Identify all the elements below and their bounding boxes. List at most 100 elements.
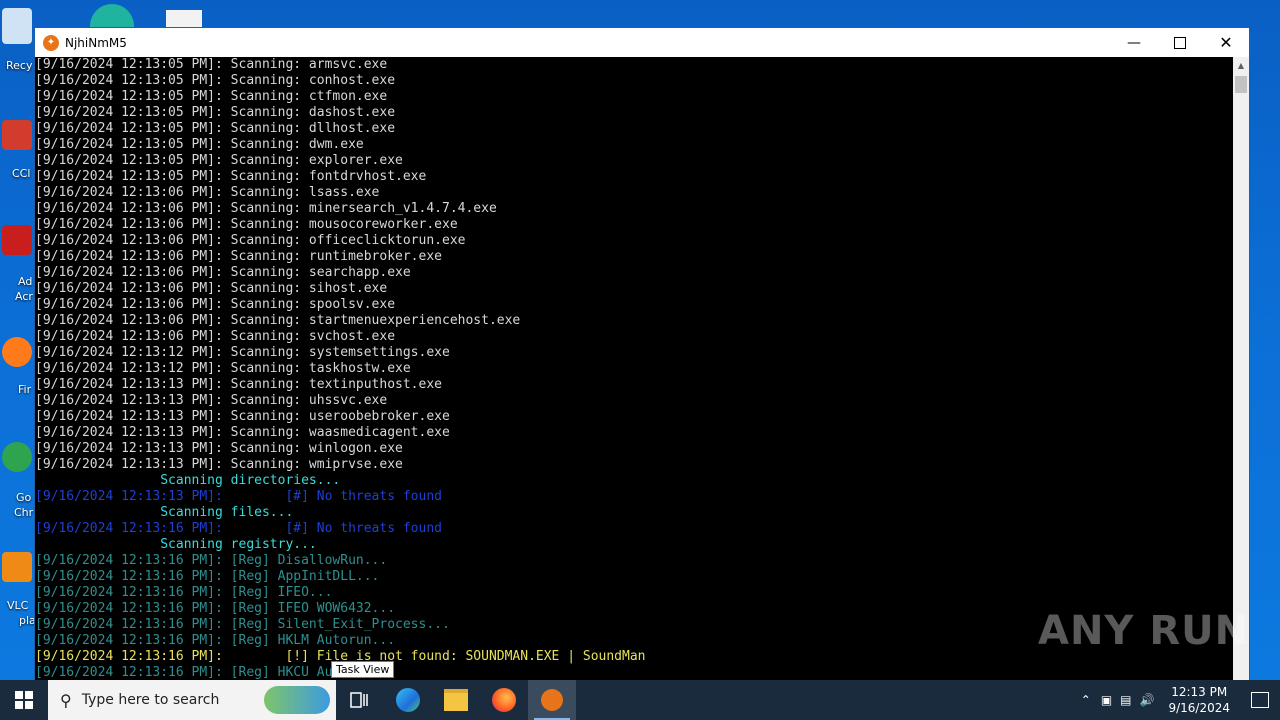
taskbar-file-explorer[interactable] xyxy=(432,680,480,720)
close-icon: ✕ xyxy=(1219,33,1233,52)
desktop-label-adobe: Ad xyxy=(18,275,33,288)
console-line: [9/16/2024 12:13:06 PM]: Scanning: searc… xyxy=(35,265,411,280)
clock-date: 9/16/2024 xyxy=(1168,701,1230,715)
desktop-icon-doc-top[interactable] xyxy=(166,10,202,28)
taskbar-edge[interactable] xyxy=(384,680,432,720)
network-icon[interactable]: ▤ xyxy=(1120,693,1131,707)
desktop-icon-recycle-bin[interactable] xyxy=(0,8,34,46)
search-highlight-icon xyxy=(264,686,330,714)
console-line: [9/16/2024 12:13:06 PM]: Scanning: miner… xyxy=(35,201,497,216)
console-line: [9/16/2024 12:13:13 PM]: Scanning: winlo… xyxy=(35,441,403,456)
taskbar: ⚲ Type here to search ⌃ ▣ ▤ 🔊 12:13 PM 9… xyxy=(0,680,1280,720)
console-line: [9/16/2024 12:13:05 PM]: Scanning: explo… xyxy=(35,153,403,168)
search-icon: ⚲ xyxy=(60,690,72,710)
desktop-icon-acrobat[interactable] xyxy=(0,225,34,257)
desktop-label-firefox: Fir xyxy=(18,383,32,396)
console-line: [9/16/2024 12:13:06 PM]: Scanning: spool… xyxy=(35,297,396,312)
volume-icon[interactable]: 🔊 xyxy=(1140,693,1155,707)
console-line: [9/16/2024 12:13:16 PM]: [Reg] IFEO... xyxy=(35,585,333,600)
recycle-bin-icon xyxy=(2,8,32,44)
console-line: [9/16/2024 12:13:13 PM]: Scanning: usero… xyxy=(35,409,450,424)
console-line: [9/16/2024 12:13:13 PM]: Scanning: uhssv… xyxy=(35,393,388,408)
anyrun-watermark: ANY RUN xyxy=(1038,608,1250,654)
console-line: [9/16/2024 12:13:06 PM]: Scanning: runti… xyxy=(35,249,442,264)
desktop-icon-ccleaner[interactable] xyxy=(0,120,34,152)
minimize-button[interactable]: — xyxy=(1111,28,1157,57)
console-line: [9/16/2024 12:13:05 PM]: Scanning: conho… xyxy=(35,73,396,88)
vlc-icon xyxy=(2,552,32,582)
desktop-label-vlc: VLC xyxy=(7,599,29,612)
firefox-icon xyxy=(2,337,32,367)
desktop-label-acrobat: Acr xyxy=(15,290,33,303)
scroll-thumb[interactable] xyxy=(1235,76,1247,93)
desktop-label-recycle: Recy xyxy=(6,59,33,72)
console-line: [9/16/2024 12:13:16 PM]: [Reg] HKCU Auto… xyxy=(35,665,396,680)
windows-logo-icon xyxy=(15,691,33,709)
search-placeholder: Type here to search xyxy=(81,692,220,708)
chrome-icon xyxy=(2,442,32,472)
clock-time: 12:13 PM xyxy=(1171,685,1228,699)
desktop-icon-chrome[interactable] xyxy=(0,442,34,474)
firefox-taskbar-icon xyxy=(492,688,516,712)
taskbar-active-app[interactable] xyxy=(528,680,576,720)
console-line: [9/16/2024 12:13:16 PM]: [Reg] AppInitDL… xyxy=(35,569,380,584)
tray-device-icon[interactable]: ▣ xyxy=(1101,693,1112,707)
console-line: [9/16/2024 12:13:13 PM]: Scanning: waasm… xyxy=(35,425,450,440)
taskbar-firefox[interactable] xyxy=(480,680,528,720)
desktop-label-ccleaner: CCl xyxy=(12,167,31,180)
notification-icon xyxy=(1251,692,1269,708)
ccleaner-icon xyxy=(2,120,32,150)
console-line: [9/16/2024 12:13:05 PM]: Scanning: armsv… xyxy=(35,57,388,72)
vertical-scrollbar[interactable]: ▲ xyxy=(1233,57,1249,691)
task-view-tooltip: Task View xyxy=(331,661,395,678)
console-line: [9/16/2024 12:13:05 PM]: Scanning: dwm.e… xyxy=(35,137,364,152)
console-line: [9/16/2024 12:13:13 PM]: Scanning: wmipr… xyxy=(35,457,403,472)
system-tray: ⌃ ▣ ▤ 🔊 12:13 PM 9/16/2024 xyxy=(1081,680,1280,720)
start-button[interactable] xyxy=(0,680,48,720)
console-line: [9/16/2024 12:13:12 PM]: Scanning: syste… xyxy=(35,345,450,360)
console-line: [9/16/2024 12:13:12 PM]: Scanning: taskh… xyxy=(35,361,411,376)
console-line: [9/16/2024 12:13:06 PM]: Scanning: sihos… xyxy=(35,281,388,296)
title-bar[interactable]: ✦ NjhiNmM5 — ✕ xyxy=(35,28,1249,57)
console-line: Scanning files... xyxy=(35,505,294,520)
task-view-icon xyxy=(350,692,368,708)
console-line: [9/16/2024 12:13:06 PM]: Scanning: lsass… xyxy=(35,185,380,200)
console-line: Scanning directories... xyxy=(35,473,341,488)
console-line: [9/16/2024 12:13:16 PM]: [#] No threats … xyxy=(35,521,442,536)
console-line: [9/16/2024 12:13:06 PM]: Scanning: svcho… xyxy=(35,329,396,344)
active-app-icon xyxy=(541,689,563,711)
desktop-icon-vlc[interactable] xyxy=(0,552,34,584)
maximize-icon xyxy=(1174,36,1186,49)
console-output[interactable]: [9/16/2024 12:13:05 PM]: Scanning: armsv… xyxy=(35,57,1233,691)
app-icon: ✦ xyxy=(43,34,59,51)
clock[interactable]: 12:13 PM 9/16/2024 xyxy=(1168,684,1230,716)
taskbar-search[interactable]: ⚲ Type here to search xyxy=(48,680,336,720)
console-line: [9/16/2024 12:13:05 PM]: Scanning: ctfmo… xyxy=(35,89,388,104)
tray-chevron-icon[interactable]: ⌃ xyxy=(1081,693,1091,707)
console-line: [9/16/2024 12:13:16 PM]: [Reg] DisallowR… xyxy=(35,553,388,568)
desktop-icon-edge-top[interactable] xyxy=(90,4,134,28)
acrobat-icon xyxy=(2,225,32,255)
console-window: ✦ NjhiNmM5 — ✕ [9/16/2024 12:13:05 PM]: … xyxy=(34,27,1250,692)
window-title: NjhiNmM5 xyxy=(65,35,127,50)
folder-icon xyxy=(444,689,468,711)
minimize-icon: — xyxy=(1127,34,1141,51)
console-line: [9/16/2024 12:13:06 PM]: Scanning: start… xyxy=(35,313,521,328)
console-line: Scanning registry... xyxy=(35,537,317,552)
console-line: [9/16/2024 12:13:06 PM]: Scanning: mouso… xyxy=(35,217,458,232)
desktop-icon-firefox[interactable] xyxy=(0,337,34,369)
desktop-label-chrome: Chr xyxy=(14,506,34,519)
notification-button[interactable] xyxy=(1240,680,1280,720)
maximize-button[interactable] xyxy=(1157,28,1203,57)
desktop-label-google: Go xyxy=(16,491,32,504)
console-line: [9/16/2024 12:13:05 PM]: Scanning: dllho… xyxy=(35,121,396,136)
task-view-button[interactable] xyxy=(336,680,384,720)
scroll-up-icon[interactable]: ▲ xyxy=(1233,57,1249,74)
close-button[interactable]: ✕ xyxy=(1203,28,1249,57)
console-line: [9/16/2024 12:13:13 PM]: Scanning: texti… xyxy=(35,377,442,392)
console-line: [9/16/2024 12:13:13 PM]: [#] No threats … xyxy=(35,489,442,504)
edge-icon xyxy=(396,688,420,712)
console-line: [9/16/2024 12:13:05 PM]: Scanning: fontd… xyxy=(35,169,427,184)
window-controls: — ✕ xyxy=(1111,28,1249,57)
console-line: [9/16/2024 12:13:05 PM]: Scanning: dasho… xyxy=(35,105,396,120)
